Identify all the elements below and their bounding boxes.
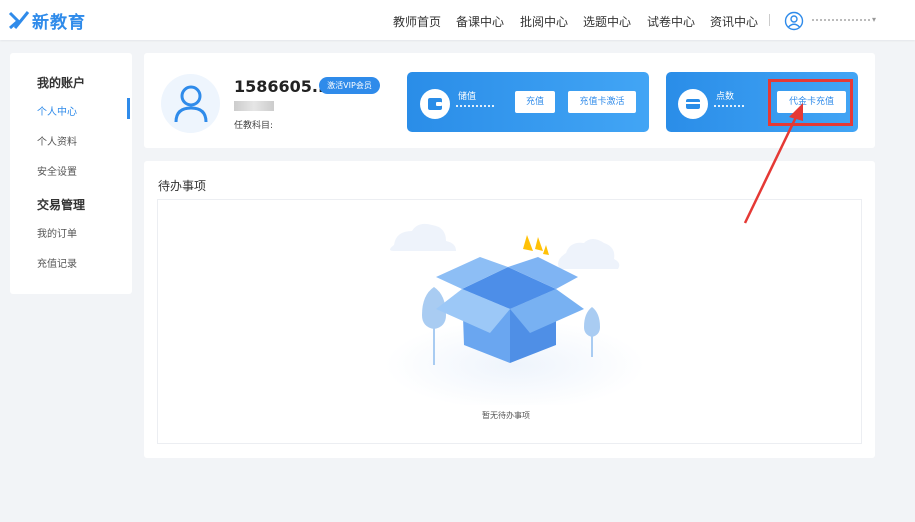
avatar: [161, 74, 220, 133]
stored-value-label: 储值: [458, 92, 477, 102]
brand-name: 新教育: [32, 12, 86, 33]
sidebar-item-my-orders[interactable]: 我的订单: [37, 225, 77, 240]
nav-grading[interactable]: 批阅中心: [520, 13, 568, 30]
empty-box-illustration-icon: [385, 223, 645, 405]
username-blurred-block: [234, 101, 274, 111]
nav-divider: [769, 14, 770, 26]
sidebar-item-personal-info[interactable]: 个人资料: [37, 133, 77, 148]
nav-news[interactable]: 资讯中心: [710, 13, 758, 30]
card-icon: [678, 89, 708, 119]
username-blurred[interactable]: [812, 19, 870, 23]
points-label: 点数: [716, 92, 735, 102]
chevron-down-icon[interactable]: ▾: [872, 15, 876, 24]
page: 新教育 教师首页 备课中心 批阅中心 选题中心 试卷中心 资讯中心 ▾ 我的账户…: [0, 0, 915, 522]
logo-mark-icon: [8, 11, 30, 30]
active-indicator: [127, 98, 130, 119]
sidebar-header-trade: 交易管理: [37, 198, 86, 212]
wallet-icon: [420, 89, 450, 119]
activate-vip-badge[interactable]: 激活VIP会员: [319, 77, 380, 94]
sidebar-header-account: 我的账户: [37, 76, 86, 90]
stored-value-amount-blurred: [456, 105, 494, 108]
account-phone: 1586605...: [234, 77, 331, 96]
sidebar-item-recharge-records[interactable]: 充值记录: [37, 255, 77, 270]
card-activate-button[interactable]: 充值卡激活: [568, 91, 636, 113]
nav-question-select[interactable]: 选题中心: [583, 13, 631, 30]
top-navigation-bar: 新教育 教师首页 备课中心 批阅中心 选题中心 试卷中心 资讯中心 ▾: [0, 0, 915, 40]
nav-exam-paper[interactable]: 试卷中心: [647, 13, 695, 30]
todo-title: 待办事项: [158, 179, 207, 193]
recharge-button[interactable]: 充值: [515, 91, 555, 113]
annotation-arrow-icon: [743, 103, 803, 224]
nav-lesson-prep[interactable]: 备课中心: [456, 13, 504, 30]
sidebar-item-security[interactable]: 安全设置: [37, 163, 77, 178]
logo[interactable]: 新教育: [8, 9, 86, 33]
empty-state-text: 暂无待办事项: [482, 411, 530, 420]
user-avatar-large-icon: [174, 85, 207, 122]
nav-teacher-home[interactable]: 教师首页: [393, 13, 441, 30]
sidebar-item-personal-center[interactable]: 个人中心: [37, 103, 77, 118]
subject-label: 任教科目:: [234, 121, 274, 131]
user-avatar-icon[interactable]: [784, 11, 804, 31]
